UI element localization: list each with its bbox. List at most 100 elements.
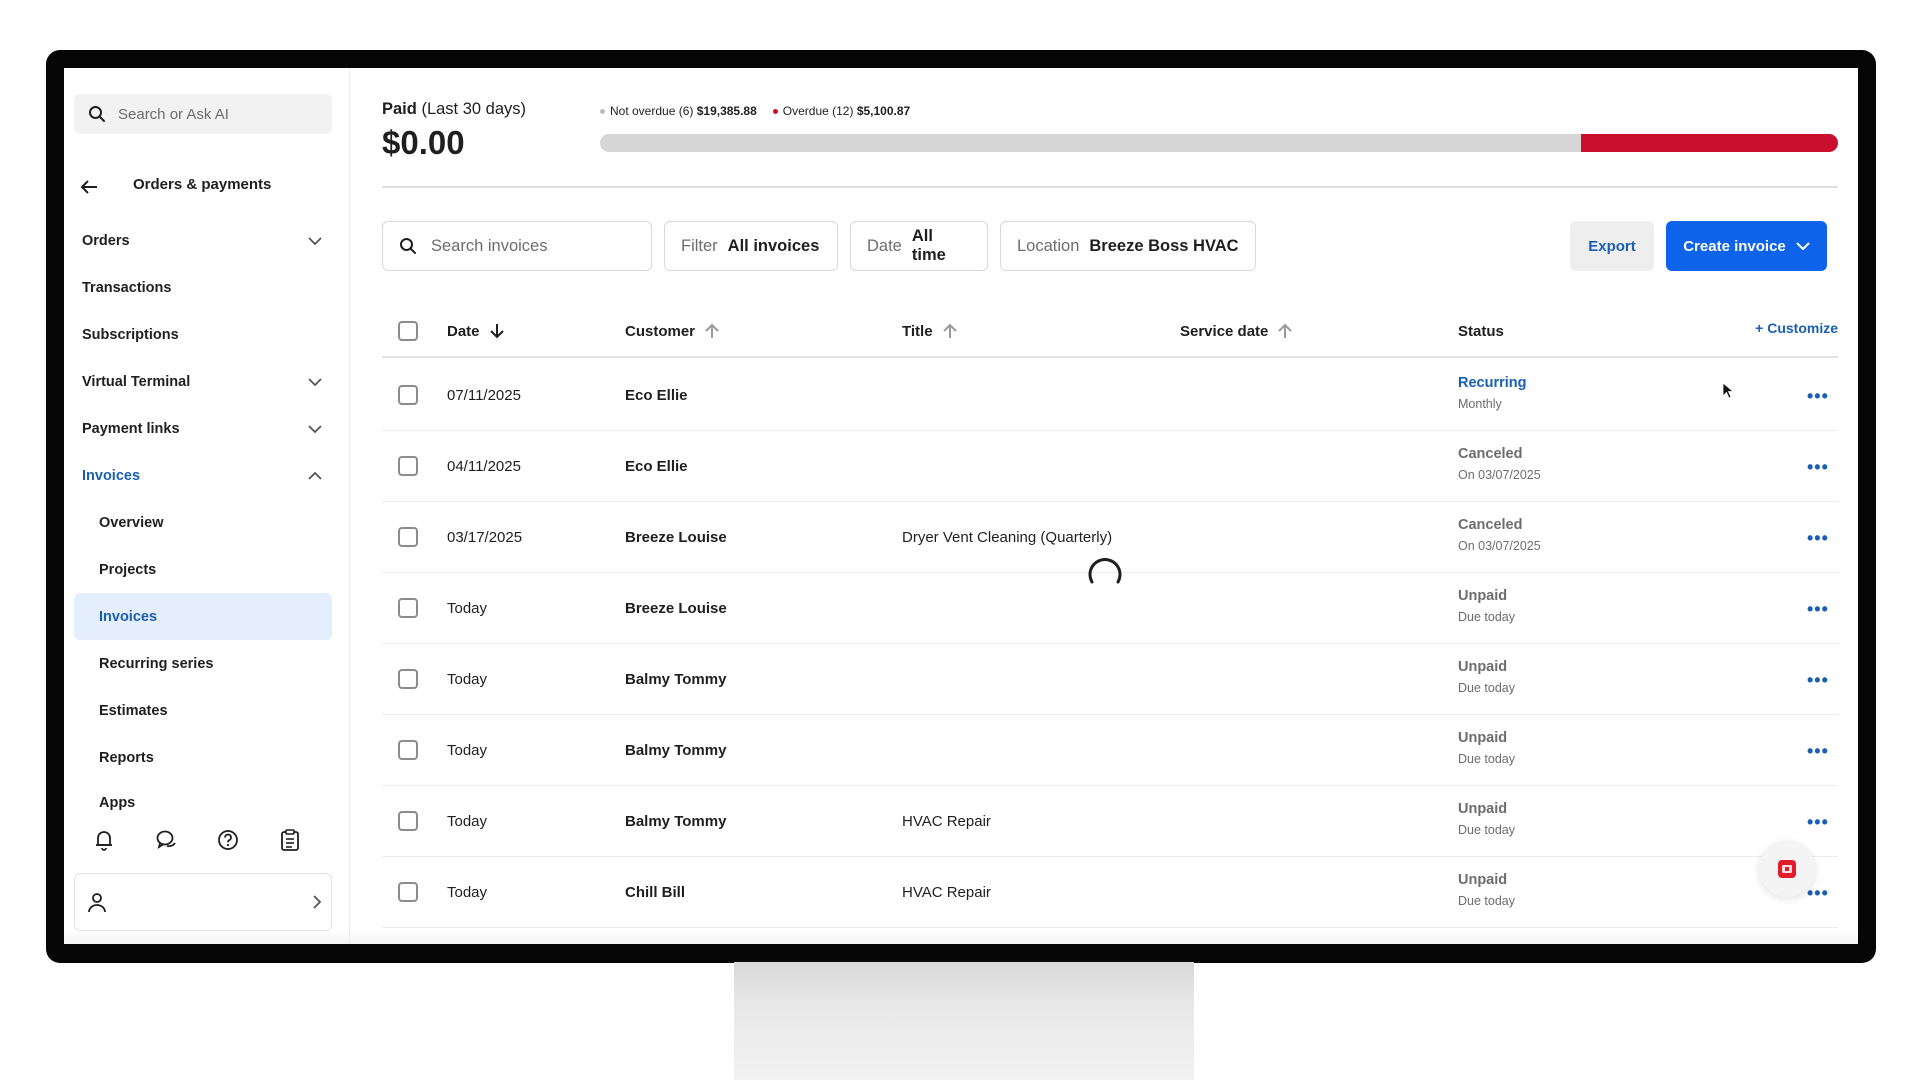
help-icon[interactable] (216, 828, 240, 852)
row-more-actions-icon[interactable]: ••• (1807, 812, 1829, 833)
sidebar-item-orders[interactable]: Orders (74, 217, 332, 264)
row-checkbox[interactable] (398, 882, 418, 902)
row-more-actions-icon[interactable]: ••• (1807, 599, 1829, 620)
table-row[interactable]: Today Balmy Tommy Unpaid Due today ••• (382, 715, 1838, 786)
row-status: Unpaid Due today (1458, 801, 1515, 837)
loading-spinner-icon (1088, 558, 1122, 584)
balance-bar-overdue (1580, 134, 1838, 152)
date-select[interactable]: Date All time (850, 221, 988, 271)
table-row[interactable]: 04/11/2025 Eco Ellie Canceled On 03/07/2025… (382, 431, 1838, 502)
status-label: Canceled (1458, 517, 1523, 533)
location-select[interactable]: Location Breeze Boss HVAC (1000, 221, 1256, 271)
customize-columns-link[interactable]: + Customize (1755, 320, 1838, 336)
table-header: Date Customer Title Service date Status … (382, 306, 1838, 358)
row-more-actions-icon[interactable]: ••• (1807, 883, 1829, 904)
bell-icon[interactable] (92, 828, 116, 852)
row-checkbox[interactable] (398, 669, 418, 689)
paid-summary-label: Paid (Last 30 days) (382, 100, 526, 119)
paid-period: (Last 30 days) (421, 100, 527, 118)
row-checkbox[interactable] (398, 456, 418, 476)
column-date[interactable]: Date (447, 306, 504, 356)
sidebar-item-projects[interactable]: Projects (74, 546, 332, 593)
create-invoice-label: Create invoice (1683, 237, 1786, 255)
row-checkbox-cell (398, 360, 418, 430)
row-more-actions-icon[interactable]: ••• (1807, 741, 1829, 762)
chevron-right-icon (313, 895, 321, 909)
row-status: Canceled On 03/07/2025 (1458, 517, 1541, 553)
checkbox[interactable] (398, 321, 418, 341)
row-checkbox[interactable] (398, 811, 418, 831)
row-more-actions-icon[interactable]: ••• (1807, 528, 1829, 549)
row-checkbox[interactable] (398, 598, 418, 618)
sidebar-item-label: Orders (82, 232, 130, 249)
clipboard-icon[interactable] (278, 828, 302, 852)
export-button[interactable]: Export (1570, 221, 1654, 271)
column-label: Customer (625, 322, 696, 340)
chat-icon[interactable] (154, 828, 178, 852)
sidebar-item-apps[interactable]: Apps (74, 781, 332, 811)
sidebar-item-invoices-group[interactable]: Invoices (74, 452, 332, 499)
column-service-date[interactable]: Service date (1180, 306, 1293, 356)
balance-bar (600, 134, 1838, 152)
select-all-checkbox[interactable] (398, 306, 418, 356)
status-label: Unpaid (1458, 801, 1508, 817)
row-customer: Eco Ellie (625, 457, 688, 475)
table-row[interactable]: Today Chill Bill HVAC Repair Unpaid Due toda… (382, 857, 1838, 928)
sidebar-item-virtual-terminal[interactable]: Virtual Terminal (74, 358, 332, 405)
legend-label: Overdue (12) (782, 104, 854, 118)
status-label: Unpaid (1458, 872, 1508, 888)
row-status: Unpaid Due today (1458, 730, 1515, 766)
row-checkbox[interactable] (398, 527, 418, 547)
column-label: Title (902, 322, 933, 340)
row-status: Unpaid Due today (1458, 872, 1515, 908)
table-row[interactable]: Today Balmy Tommy Unpaid Due today ••• (382, 644, 1838, 715)
back-button[interactable] (74, 172, 104, 202)
sidebar-item-payment-links[interactable]: Payment links (74, 405, 332, 452)
legend-not-overdue: Not overdue (6) $19,385.88 (600, 104, 757, 118)
sidebar-item-transactions[interactable]: Transactions (74, 264, 332, 311)
sidebar-item-estimates[interactable]: Estimates (74, 687, 332, 734)
status-detail: Due today (1458, 681, 1515, 695)
sidebar-item-subscriptions[interactable]: Subscriptions (74, 311, 332, 358)
row-checkbox-cell (398, 573, 418, 643)
arrow-left-icon (80, 180, 97, 194)
row-customer: Breeze Louise (625, 599, 727, 617)
search-icon (400, 238, 416, 254)
row-more-actions-icon[interactable]: ••• (1807, 457, 1829, 478)
sidebar-item-recurring-series[interactable]: Recurring series (74, 640, 332, 687)
row-checkbox[interactable] (398, 740, 418, 760)
table-row[interactable]: 07/11/2025 Eco Ellie Recurring Monthly ••• (382, 360, 1838, 431)
chevron-down-icon (1796, 242, 1810, 250)
column-label: Status (1458, 322, 1504, 340)
row-checkbox-cell (398, 715, 418, 785)
column-label: Date (447, 322, 480, 340)
table-row[interactable]: Today Balmy Tommy HVAC Repair Unpaid Due tod… (382, 786, 1838, 857)
sidebar-search-input[interactable]: Search or Ask AI (74, 94, 332, 134)
row-checkbox[interactable] (398, 385, 418, 405)
account-switcher[interactable] (74, 873, 332, 931)
row-more-actions-icon[interactable]: ••• (1807, 670, 1829, 691)
row-customer: Balmy Tommy (625, 812, 727, 830)
column-customer[interactable]: Customer (625, 306, 719, 356)
sidebar: Search or Ask AI Orders & payments Order… (64, 68, 350, 944)
sidebar-item-overview[interactable]: Overview (74, 499, 332, 546)
row-customer: Balmy Tommy (625, 670, 727, 688)
row-more-actions-icon[interactable]: ••• (1807, 386, 1829, 407)
filter-value: All invoices (727, 236, 820, 255)
row-checkbox-cell (398, 857, 418, 927)
invoice-list: 07/11/2025 Eco Ellie Recurring Monthly ••• 04… (382, 360, 1838, 928)
create-invoice-button[interactable]: Create invoice (1666, 221, 1827, 271)
row-status: Unpaid Due today (1458, 588, 1515, 624)
status-label: Recurring (1458, 375, 1527, 391)
invoice-search-input[interactable]: Search invoices (382, 221, 652, 271)
row-checkbox-cell (398, 431, 418, 501)
sidebar-item-invoices[interactable]: Invoices (74, 593, 332, 640)
row-date: Today (447, 812, 488, 830)
floating-assistant-button[interactable] (1759, 841, 1815, 897)
status-detail: On 03/07/2025 (1458, 468, 1541, 482)
filter-select[interactable]: Filter All invoices (664, 221, 838, 271)
paid-label: Paid (382, 100, 417, 118)
alert-app-icon (1778, 860, 1796, 878)
sidebar-item-reports[interactable]: Reports (74, 734, 332, 781)
column-title[interactable]: Title (902, 306, 957, 356)
